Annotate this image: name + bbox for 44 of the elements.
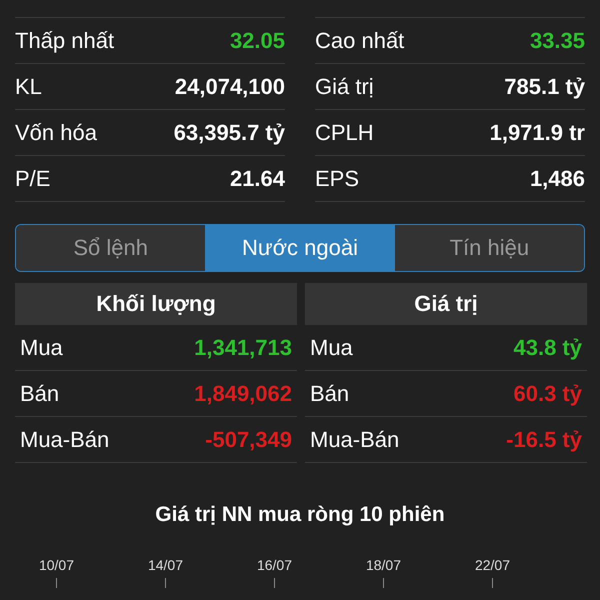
- row-label: Mua-Bán: [310, 426, 400, 452]
- row-value: -16.5 tỷ: [506, 426, 582, 452]
- row-label: Bán: [310, 380, 350, 406]
- stat-label: CPLH: [315, 120, 374, 146]
- row-label: Mua-Bán: [20, 426, 110, 452]
- stat-label: Vốn hóa: [15, 120, 97, 146]
- column-header: Giá trị: [305, 283, 587, 325]
- tick-mark: [492, 578, 493, 588]
- chart-title: Giá trị NN mua ròng 10 phiên: [154, 503, 446, 527]
- tick-mark: [274, 578, 275, 588]
- stat-value: 24,074,100: [174, 74, 285, 100]
- tick-mark: [56, 578, 57, 588]
- axis-label: 10/07: [38, 557, 74, 573]
- tab[interactable]: Sổ lệnh: [16, 225, 206, 271]
- tab[interactable]: Tín hiệu: [394, 225, 584, 271]
- axis-label: 14/07: [148, 557, 184, 573]
- tab[interactable]: Nước ngoài: [205, 225, 395, 271]
- row-value: -507,349: [205, 426, 292, 452]
- row-value: 1,849,062: [194, 380, 292, 406]
- stat-label: Cao nhất: [315, 28, 404, 54]
- stat-label: KL: [15, 74, 42, 100]
- stat-label: EPS: [315, 166, 360, 192]
- column-header: Khối lượng: [15, 283, 297, 325]
- stat-value: 785.1 tỷ: [504, 74, 585, 100]
- stat-value: 1,971.9 tr: [490, 120, 585, 146]
- tick-mark: [165, 578, 166, 588]
- stat-value: 1,486: [530, 166, 585, 192]
- stat-value: 21.64: [230, 166, 285, 192]
- stat-label: Giá trị: [315, 74, 374, 100]
- stat-value: 33.35: [530, 28, 585, 54]
- row-value: 43.8 tỷ: [514, 334, 582, 360]
- row-label: Bán: [20, 380, 60, 406]
- tick-mark: [383, 578, 384, 588]
- stat-value: 63,395.7 tỷ: [174, 120, 285, 146]
- row-value: 1,341,713: [194, 334, 292, 360]
- stat-label: P/E: [15, 166, 50, 192]
- row-label: Mua: [20, 334, 63, 360]
- axis-label: 22/07: [474, 557, 510, 573]
- stat-label: Thấp nhất: [15, 28, 114, 54]
- axis-label: 18/07: [366, 557, 402, 573]
- row-label: Mua: [310, 334, 353, 360]
- axis-label: 16/07: [256, 557, 292, 573]
- stat-value: 32.05: [230, 28, 285, 54]
- row-value: 60.3 tỷ: [514, 380, 582, 406]
